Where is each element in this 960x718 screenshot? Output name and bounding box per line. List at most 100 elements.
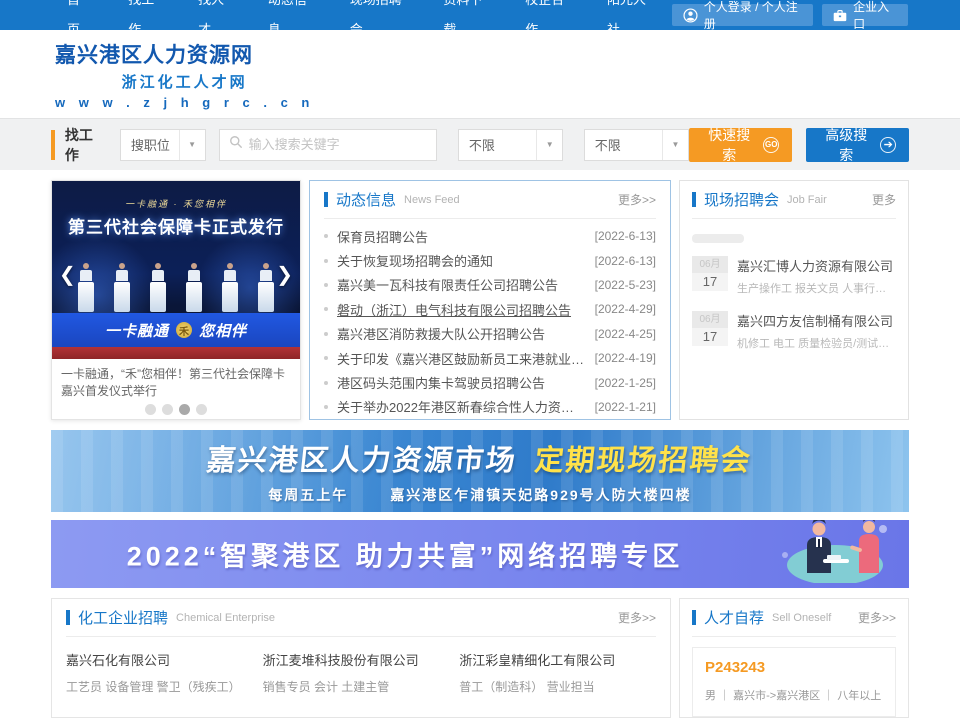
- bullet-icon: [324, 356, 328, 360]
- nav-item-downloads[interactable]: 资料下载: [426, 0, 508, 45]
- news-feed-header: 动态信息 News Feed 更多>>: [324, 181, 656, 219]
- news-item-link[interactable]: 港区码头范围内集卡驾驶员招聘公告: [337, 373, 585, 392]
- news-item-link[interactable]: 关于印发《嘉兴港区鼓励新员工来港就业补助操作...: [337, 349, 585, 368]
- nav-item-sunshine-hr[interactable]: 阳光人社: [590, 0, 672, 45]
- news-item-link[interactable]: 关于举办2022年港区新春综合性人力资源暨春风...: [337, 397, 585, 416]
- bullet-icon: [324, 234, 328, 238]
- news-list-item: 港区码头范围内集卡驾驶员招聘公告 [2022-1-25]: [324, 370, 656, 394]
- chevron-down-icon: ▼: [179, 130, 205, 160]
- chemical-enterprise-header: 化工企业招聘 Chemical Enterprise 更多>>: [66, 599, 656, 637]
- news-item-date: [2022-1-25]: [595, 376, 656, 390]
- talent-more-link[interactable]: 更多>>: [858, 609, 896, 626]
- nav-item-school-coop[interactable]: 校企合作: [508, 0, 590, 45]
- talent-subtitle: Sell Oneself: [772, 612, 831, 624]
- chemical-enterprise-more-link[interactable]: 更多>>: [618, 609, 656, 626]
- job-fair-jobs: 机修工 电工 质量检验员/测试员 叉车...: [737, 335, 896, 351]
- chemical-enterprise-title: 化工企业招聘: [78, 607, 168, 628]
- slide-script-text: 一卡融通 · 禾您相伴: [52, 197, 300, 210]
- news-item-link[interactable]: 嘉兴港区消防救援大队公开招聘公告: [337, 324, 585, 343]
- search-filter1-select[interactable]: 不限 ▼: [458, 129, 563, 161]
- news-list: 保育员招聘公告 [2022-6-13] 关于恢复现场招聘会的通知 [2022-6…: [324, 219, 656, 419]
- chemical-company: 嘉兴石化有限公司 工艺员 设备管理 警卫（残疾工）: [66, 650, 263, 695]
- carousel-slide-image[interactable]: 一卡融通 · 禾您相伴 第三代社会保障卡正式发行 一卡融通 禾 您相伴 ❮ ❯: [52, 181, 300, 359]
- search-category-select[interactable]: 搜职位 ▼: [120, 129, 206, 161]
- chemical-company-jobs: 普工（制造科） 营业担当: [459, 678, 646, 695]
- job-fair-more-link[interactable]: 更多: [872, 191, 896, 208]
- job-fair-placeholder-pill: [692, 234, 744, 243]
- quick-search-label: 快速搜索: [702, 125, 756, 165]
- site-url: w w w . z j h g r c . c n: [55, 95, 314, 110]
- coin-icon: 禾: [176, 322, 192, 338]
- talent-header: 人才自荐 Sell Oneself 更多>>: [692, 599, 896, 637]
- search-icon: [229, 135, 249, 154]
- personal-login-button[interactable]: 个人登录 / 个人注册: [672, 4, 813, 26]
- news-item-link[interactable]: 保育员招聘公告: [337, 227, 585, 246]
- job-fair-item[interactable]: 06月 17 嘉兴汇博人力资源有限公司 生产操作工 报关文员 人事行政助理...: [692, 256, 896, 296]
- chemical-company-jobs: 销售专员 会计 土建主管: [263, 678, 450, 695]
- search-category-value: 搜职位: [121, 135, 179, 154]
- job-fair-banner[interactable]: 嘉兴港区人力资源市场 定期现场招聘会 每周五上午 嘉兴港区乍浦镇天妃路929号人…: [51, 430, 909, 512]
- carousel-dot[interactable]: [145, 404, 156, 415]
- talent-card[interactable]: P243243 男 ｜ 嘉兴市->嘉兴港区 ｜ 八年以上: [692, 647, 896, 717]
- chemical-company-link[interactable]: 浙江麦堆科技股份有限公司: [263, 650, 450, 669]
- search-filter1-value: 不限: [459, 135, 536, 154]
- bullet-icon: [324, 381, 328, 385]
- bullet-icon: [324, 259, 328, 263]
- slide-stage-floor: [52, 347, 300, 359]
- bullet-icon: [324, 307, 328, 311]
- online-recruitment-banner[interactable]: 2022“智聚港区 助力共富”网络招聘专区: [51, 520, 909, 588]
- search-filter2-value: 不限: [585, 135, 662, 154]
- carousel-dot[interactable]: [196, 404, 207, 415]
- job-fair-item[interactable]: 06月 17 嘉兴四方友信制桶有限公司 机修工 电工 质量检验员/测试员 叉车.…: [692, 311, 896, 351]
- job-fair-subtitle: Job Fair: [787, 194, 827, 206]
- chemical-company-link[interactable]: 浙江彩皇精细化工有限公司: [459, 650, 646, 669]
- carousel-dot-active[interactable]: [179, 404, 190, 415]
- slide-banner-right: 您相伴: [199, 320, 247, 341]
- personal-login-label: 个人登录 / 个人注册: [704, 0, 802, 32]
- section-accent: [692, 192, 696, 207]
- briefcase-icon: [833, 9, 847, 22]
- news-list-item: 关于恢复现场招聘会的通知 [2022-6-13]: [324, 248, 656, 272]
- slide-banner-graphic: 一卡融通 禾 您相伴: [52, 313, 300, 347]
- site-title: 嘉兴港区人力资源网: [55, 39, 314, 69]
- news-item-link[interactable]: 嘉兴美一瓦科技有限责任公司招聘公告: [337, 275, 585, 294]
- news-item-link[interactable]: 关于恢复现场招聘会的通知: [337, 251, 585, 270]
- chevron-left-icon[interactable]: ❮: [59, 265, 76, 285]
- bullet-icon: [324, 332, 328, 336]
- news-item-date: [2022-6-13]: [595, 229, 656, 243]
- news-list-item: 磐动（浙江）电气科技有限公司招聘公告 [2022-4-29]: [324, 297, 656, 321]
- job-fair-header: 现场招聘会 Job Fair 更多: [692, 181, 896, 219]
- nav-item-job-fair[interactable]: 现场招聘会: [333, 0, 427, 45]
- advanced-search-button[interactable]: 高级搜索 ➔: [806, 128, 909, 162]
- arrow-right-icon: ➔: [880, 137, 896, 153]
- date-badge-month: 06月: [692, 256, 728, 273]
- carousel-caption-link[interactable]: 一卡融通，“禾”您相伴！第三代社会保障卡嘉兴首发仪式举行: [52, 359, 300, 401]
- talent-card-id[interactable]: P243243: [705, 659, 883, 676]
- site-logo[interactable]: 嘉兴港区人力资源网 浙江化工人才网 w w w . z j h g r c . …: [55, 39, 314, 110]
- news-item-date: [2022-4-25]: [595, 327, 656, 341]
- job-fair-item-info: 嘉兴汇博人力资源有限公司 生产操作工 报关文员 人事行政助理...: [737, 256, 896, 296]
- chemical-company-link[interactable]: 嘉兴石化有限公司: [66, 650, 253, 669]
- enterprise-entry-button[interactable]: 企业入口: [822, 4, 908, 26]
- news-feed-more-link[interactable]: 更多>>: [618, 191, 656, 208]
- news-item-link-hovered[interactable]: 磐动（浙江）电气科技有限公司招聘公告: [337, 300, 585, 319]
- main-content-row: 一卡融通 · 禾您相伴 第三代社会保障卡正式发行 一卡融通 禾 您相伴 ❮ ❯ …: [51, 180, 909, 420]
- talent-card-info: 男 ｜ 嘉兴市->嘉兴港区 ｜ 八年以上: [705, 687, 883, 703]
- job-fair-item-info: 嘉兴四方友信制桶有限公司 机修工 电工 质量检验员/测试员 叉车...: [737, 311, 896, 351]
- date-badge-day: 17: [692, 328, 728, 346]
- chevron-right-icon[interactable]: ❯: [276, 265, 293, 285]
- search-filter2-select[interactable]: 不限 ▼: [584, 129, 689, 161]
- chemical-company: 浙江麦堆科技股份有限公司 销售专员 会计 土建主管: [263, 650, 460, 695]
- bullet-icon: [324, 405, 328, 409]
- carousel-dot[interactable]: [162, 404, 173, 415]
- banner2-illustration: [763, 520, 903, 588]
- slide-people-graphic: [52, 263, 300, 312]
- date-badge-day: 17: [692, 273, 728, 291]
- quick-search-button[interactable]: 快速搜索 GO: [689, 128, 792, 162]
- news-list-item: 嘉兴港区消防救援大队公开招聘公告 [2022-4-25]: [324, 322, 656, 346]
- banner1-title-white: 嘉兴港区人力资源市场: [205, 437, 519, 479]
- carousel-dots: [52, 404, 300, 415]
- job-fair-company: 嘉兴四方友信制桶有限公司: [737, 311, 896, 330]
- talent-title: 人才自荐: [704, 607, 764, 628]
- search-input[interactable]: [249, 137, 428, 152]
